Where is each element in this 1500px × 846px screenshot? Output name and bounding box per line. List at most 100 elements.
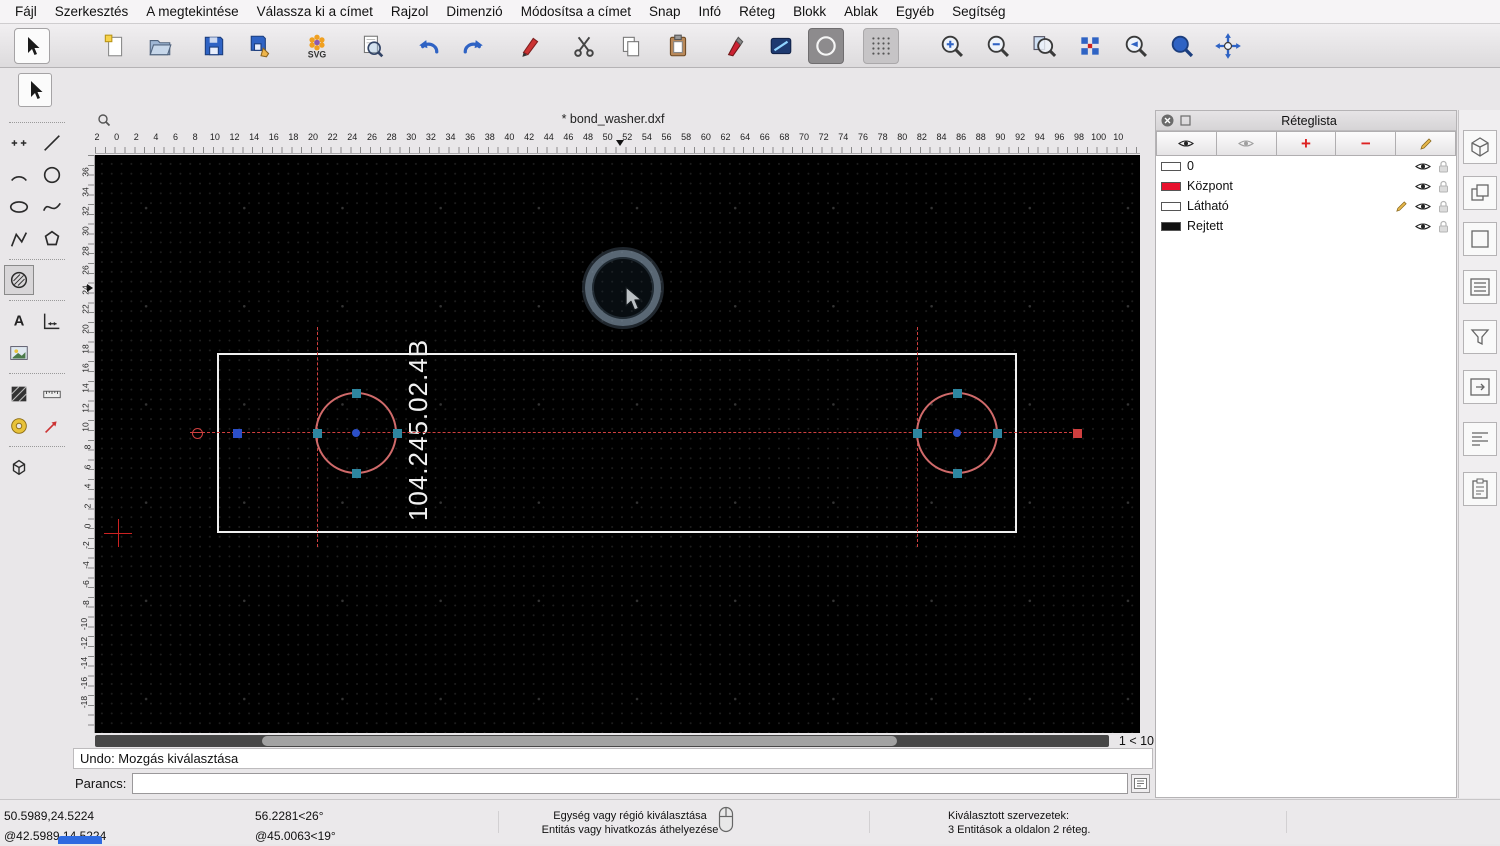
spline-tool-button[interactable] [37,192,67,222]
menu-item[interactable]: Egyéb [887,4,943,19]
dock-block-widget-button[interactable] [1463,130,1497,164]
menu-item[interactable]: Ablak [835,4,887,19]
command-input[interactable] [132,773,1128,794]
menu-item[interactable]: A megtekintése [137,4,247,19]
menu-item[interactable]: Fájl [6,4,46,19]
menu-item[interactable]: Rajzol [382,4,438,19]
menu-item[interactable]: Réteg [730,4,784,19]
dock-panel-widget-button[interactable] [1463,370,1497,404]
polyline-icon [10,232,28,247]
layer-row-icons [1395,160,1449,173]
export-svg-button[interactable]: SVG [299,28,335,64]
layer-row[interactable]: Rejtett [1156,216,1456,236]
layer-lock-icon[interactable] [1438,160,1449,173]
mouse-hint-icon [718,806,734,833]
polyline-tool-button[interactable] [4,224,34,254]
canvas[interactable]: 104.245.02.4B [95,155,1140,733]
circle-hatch-tool-button[interactable] [4,265,34,295]
image-tool-button[interactable] [4,338,34,368]
layer-row[interactable]: Látható [1156,196,1456,216]
dimension-tool-button[interactable] [37,306,67,336]
donut-tool-button[interactable] [4,411,34,441]
solid-tool-button[interactable] [4,452,34,482]
copy-button[interactable] [613,28,649,64]
erase-button[interactable] [512,28,548,64]
remove-layer-button[interactable]: − [1336,131,1397,156]
zoom-auto-button[interactable] [1026,28,1062,64]
polar-coordinates-display: 56.2281<26° @45.0063<19° [255,806,336,846]
polygon-tool-button[interactable] [37,224,67,254]
layer-visibility-eye-icon[interactable] [1415,181,1431,192]
add-layer-button[interactable]: + [1276,131,1337,156]
layer-row[interactable]: 0 [1156,156,1456,176]
ellipse-tool-button[interactable] [4,192,34,222]
horizontal-scrollbar[interactable] [95,735,1109,747]
zoom-previous-button[interactable] [1118,28,1154,64]
dock-funnel-icon [1470,329,1490,346]
dock-clipboard-widget-button[interactable] [1463,472,1497,506]
menu-item[interactable]: Segítség [943,4,1014,19]
layer-visibility-eye-icon[interactable] [1415,201,1431,212]
menu-item[interactable]: Szerkesztés [46,4,138,19]
dock-text-widget-button[interactable] [1463,422,1497,456]
zoom-redraw-button[interactable] [1072,28,1108,64]
select-arrow-icon [28,37,40,55]
dimension-icon [43,313,60,330]
ruler-h-label: 14 [249,132,260,142]
print-preview-button[interactable] [354,28,390,64]
new-document-button[interactable] [96,28,132,64]
line-tool-button[interactable] [37,128,67,158]
zoom-window-button[interactable] [1164,28,1200,64]
ruler-tool-button[interactable] [37,379,67,409]
save-button[interactable] [196,28,232,64]
text-tool-button[interactable]: A [4,306,34,336]
menu-item[interactable]: Módosítsa a címet [512,4,640,19]
menu-item[interactable]: Snap [640,4,690,19]
show-all-layers-button[interactable] [1156,131,1217,156]
zoom-pan-button[interactable] [1210,28,1246,64]
circle-tool-button[interactable] [808,28,844,64]
redo-button[interactable] [456,28,492,64]
dock-filter-widget-button[interactable] [1463,320,1497,354]
cut-button[interactable] [566,28,602,64]
ruler-h-label: 54 [641,132,652,142]
measure-tool-button[interactable] [37,411,67,441]
layer-lock-icon[interactable] [1438,200,1449,213]
action-hint: Egység vagy régió kiválasztása Entitás v… [450,809,810,837]
zoom-in-button[interactable] [934,28,970,64]
layer-visibility-eye-icon[interactable] [1415,221,1431,232]
arc-tool-button[interactable] [4,160,34,190]
ruler-h-label: 92 [1015,132,1026,142]
grid-toggle-button[interactable] [863,28,899,64]
layer-lock-icon[interactable] [1438,220,1449,233]
hide-all-layers-button[interactable] [1216,131,1277,156]
edit-layer-button[interactable] [1396,131,1456,156]
float-panel-icon[interactable] [1180,115,1191,126]
hatch-tool-button[interactable] [4,379,34,409]
palette-select-button[interactable] [18,73,52,107]
undo-button[interactable] [410,28,446,64]
select-tool-button[interactable] [14,28,50,64]
menu-item[interactable]: Infó [690,4,731,19]
menu-item[interactable]: Dimenzió [437,4,511,19]
dock-layers-widget-button[interactable] [1463,176,1497,210]
zoom-out-button[interactable] [980,28,1016,64]
dock-frame-widget-button[interactable] [1463,222,1497,256]
points-tool-button[interactable] [4,128,34,158]
paste-button[interactable] [660,28,696,64]
layer-lock-icon[interactable] [1438,180,1449,193]
circle-tool-palette-button[interactable] [37,160,67,190]
pen-button[interactable] [716,28,752,64]
menu-item[interactable]: Blokk [784,4,835,19]
dock-list-widget-button[interactable] [1463,270,1497,304]
close-panel-icon[interactable] [1161,114,1174,127]
line-attributes-button[interactable] [763,28,799,64]
menu-item[interactable]: Válassza ki a címet [248,4,382,19]
scrollbar-thumb[interactable] [262,736,897,746]
page-indicator: 1 < 10 [1118,734,1154,748]
layer-visibility-eye-icon[interactable] [1415,161,1431,172]
save-as-button[interactable] [243,28,279,64]
open-file-button[interactable] [142,28,178,64]
command-options-button[interactable] [1131,774,1150,793]
layer-row[interactable]: Központ [1156,176,1456,196]
